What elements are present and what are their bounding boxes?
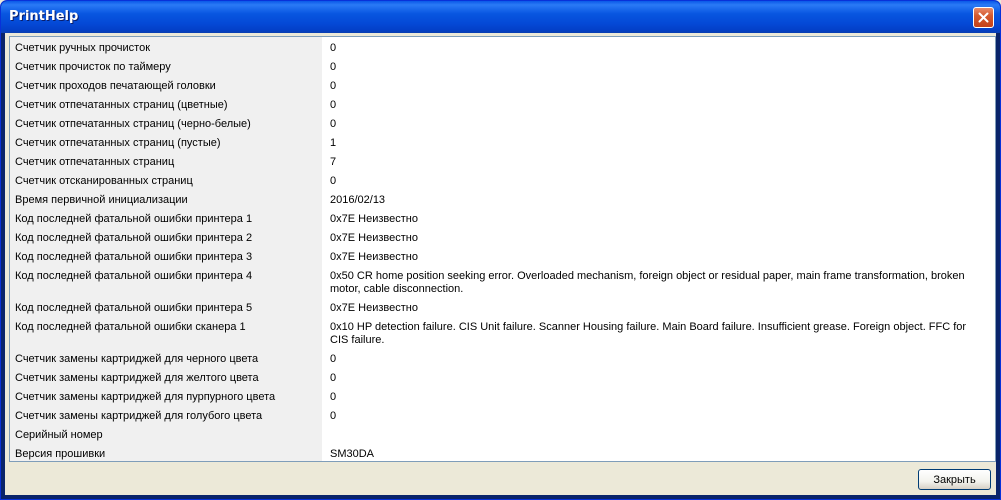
- property-row[interactable]: Счетчик замены картриджей для черного цв…: [10, 350, 995, 369]
- printhelp-window: PrintHelp Счетчик ручных прочисток 0 Счетч…: [0, 0, 1001, 500]
- property-name: Счетчик проходов печатающей головки: [10, 77, 322, 96]
- property-row[interactable]: Счетчик проходов печатающей головки 0: [10, 77, 995, 96]
- property-name: Время первичной инициализации: [10, 191, 322, 210]
- property-row[interactable]: Счетчик отсканированных страниц 0: [10, 172, 995, 191]
- property-name: Счетчик ручных прочисток: [10, 39, 322, 58]
- property-row[interactable]: Счетчик отпечатанных страниц (черно-белы…: [10, 115, 995, 134]
- property-value: 1: [330, 137, 337, 149]
- property-name: Счетчик замены картриджей для пурпурного…: [10, 388, 322, 407]
- property-row[interactable]: Счетчик замены картриджей для голубого ц…: [10, 407, 995, 426]
- property-name: Счетчик замены картриджей для желтого цв…: [10, 369, 322, 388]
- property-row[interactable]: Код последней фатальной ошибки принтера …: [10, 210, 995, 229]
- property-name: Код последней фатальной ошибки принтера …: [10, 229, 322, 248]
- property-name: Код последней фатальной ошибки сканера 1: [10, 318, 322, 337]
- property-row[interactable]: Счетчик отпечатанных страниц 7: [10, 153, 995, 172]
- property-name: Счетчик отпечатанных страниц (пустые): [10, 134, 322, 153]
- title-bar[interactable]: PrintHelp: [1, 1, 1000, 33]
- property-row[interactable]: Версия прошивки SM30DA: [10, 445, 995, 461]
- property-name: Счетчик отпечатанных страниц: [10, 153, 322, 172]
- property-name: Версия прошивки: [10, 445, 322, 461]
- property-value: 0: [330, 353, 337, 365]
- property-value: 0: [330, 42, 337, 54]
- client-area: Счетчик ручных прочисток 0 Счетчик прочист…: [5, 33, 996, 495]
- property-row[interactable]: Счетчик прочисток по таймеру 0: [10, 58, 995, 77]
- property-name: Счетчик отсканированных страниц: [10, 172, 322, 191]
- property-value: [322, 426, 995, 445]
- property-value: 0x7E Неизвестно: [330, 251, 418, 263]
- property-row[interactable]: Время первичной инициализации 2016/02/13: [10, 191, 995, 210]
- property-value: 0: [330, 391, 337, 403]
- property-name: Счетчик прочисток по таймеру: [10, 58, 322, 77]
- property-name: Код последней фатальной ошибки принтера …: [10, 248, 322, 267]
- properties-list[interactable]: Счетчик ручных прочисток 0 Счетчик прочист…: [9, 36, 996, 462]
- property-name: Счетчик отпечатанных страниц (черно-белы…: [10, 115, 322, 134]
- property-name: Счетчик замены картриджей для черного цв…: [10, 350, 322, 369]
- property-row[interactable]: Счетчик отпечатанных страниц (цветные) 0: [10, 96, 995, 115]
- property-row[interactable]: Код последней фатальной ошибки сканера 1…: [10, 318, 995, 350]
- property-row[interactable]: Счетчик ручных прочисток 0: [10, 39, 995, 58]
- property-name: Серийный номер: [10, 426, 322, 445]
- property-value: 0x7E Неизвестно: [330, 232, 418, 244]
- properties-rows: Счетчик ручных прочисток 0 Счетчик прочист…: [10, 39, 995, 461]
- property-name: Код последней фатальной ошибки принтера …: [10, 267, 322, 286]
- property-value: 0: [330, 175, 337, 187]
- window-title: PrintHelp: [9, 9, 79, 24]
- property-value: 2016/02/13: [330, 194, 386, 206]
- property-value: 0x7E Неизвестно: [330, 302, 418, 314]
- property-row[interactable]: Счетчик замены картриджей для желтого цв…: [10, 369, 995, 388]
- property-name: Счетчик отпечатанных страниц (цветные): [10, 96, 322, 115]
- property-value: 0x50 CR home position seeking error. Ove…: [330, 270, 965, 295]
- property-value: 0: [330, 372, 337, 384]
- property-row[interactable]: Серийный номер: [10, 426, 995, 445]
- property-row[interactable]: Счетчик замены картриджей для пурпурного…: [10, 388, 995, 407]
- property-value: 0: [330, 118, 337, 130]
- property-name: Код последней фатальной ошибки принтера …: [10, 299, 322, 318]
- property-value: 7: [330, 156, 337, 168]
- property-row[interactable]: Счетчик отпечатанных страниц (пустые) 1: [10, 134, 995, 153]
- property-name: Код последней фатальной ошибки принтера …: [10, 210, 322, 229]
- property-value: 0: [330, 80, 337, 92]
- window-close-button[interactable]: [973, 7, 994, 28]
- property-row[interactable]: Код последней фатальной ошибки принтера …: [10, 267, 995, 299]
- property-value: 0x10 HP detection failure. CIS Unit fail…: [330, 321, 967, 346]
- property-value: 0: [330, 410, 337, 422]
- property-row[interactable]: Код последней фатальной ошибки принтера …: [10, 229, 995, 248]
- property-row[interactable]: Код последней фатальной ошибки принтера …: [10, 248, 995, 267]
- property-value: 0: [330, 61, 337, 73]
- property-name: Счетчик замены картриджей для голубого ц…: [10, 407, 322, 426]
- property-value: 0: [330, 99, 337, 111]
- property-value: 0x7E Неизвестно: [330, 213, 418, 225]
- property-row[interactable]: Код последней фатальной ошибки принтера …: [10, 299, 995, 318]
- close-icon: [978, 12, 989, 23]
- property-value: SM30DA: [330, 448, 375, 460]
- close-button[interactable]: Закрыть: [918, 469, 991, 490]
